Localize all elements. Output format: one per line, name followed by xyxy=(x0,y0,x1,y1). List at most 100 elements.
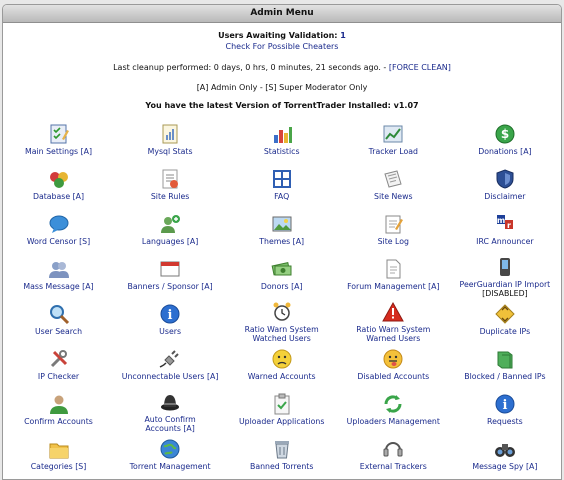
menu-item-sad-face[interactable]: Warned Accounts xyxy=(226,348,337,381)
menu-item-newspaper[interactable]: Site News xyxy=(338,168,449,201)
menu-item-label[interactable]: Donations [A] xyxy=(449,147,560,156)
chat-bubble-icon[interactable] xyxy=(3,213,114,235)
awaiting-count-link[interactable]: 1 xyxy=(340,31,346,40)
menu-item-banner-window[interactable]: Banners / Sponsor [A] xyxy=(115,258,226,291)
warning-icon[interactable] xyxy=(338,301,449,323)
menu-item-database[interactable]: Database [A] xyxy=(3,168,114,201)
menu-item-user-green[interactable]: Confirm Accounts xyxy=(3,393,114,426)
menu-item-picture[interactable]: Themes [A] xyxy=(226,213,337,246)
menu-item-label[interactable]: Site Log xyxy=(338,237,449,246)
banner-window-icon[interactable] xyxy=(115,258,226,280)
menu-item-stats-page[interactable]: Mysql Stats xyxy=(115,123,226,156)
menu-item-label[interactable]: Blocked / Banned IPs xyxy=(449,372,560,381)
menu-item-label[interactable]: External Trackers xyxy=(338,462,449,471)
tongue-face-icon[interactable] xyxy=(338,348,449,370)
menu-item-label[interactable]: Uploaders Management xyxy=(338,417,449,426)
menu-item-users-group[interactable]: Mass Message [A] xyxy=(3,258,114,291)
menu-item-label[interactable]: Uploader Applications xyxy=(226,417,337,426)
faq-grid-icon[interactable] xyxy=(226,168,337,190)
menu-item-bar-chart[interactable]: Statistics xyxy=(226,123,337,156)
checklist-icon[interactable] xyxy=(3,123,114,145)
bar-chart-icon[interactable] xyxy=(226,123,337,145)
users-group-icon[interactable] xyxy=(3,258,114,280)
binoculars-icon[interactable] xyxy=(449,438,560,460)
menu-item-label[interactable]: FAQ xyxy=(226,192,337,201)
menu-item-faq-grid[interactable]: FAQ xyxy=(226,168,337,201)
menu-item-refresh[interactable]: Uploaders Management xyxy=(338,393,449,426)
menu-item-tools[interactable]: IP Checker xyxy=(3,348,114,381)
line-chart-icon[interactable] xyxy=(338,123,449,145)
menu-item-label[interactable]: Forum Management [A] xyxy=(338,282,449,291)
menu-item-headset[interactable]: External Trackers xyxy=(338,438,449,471)
mobile-icon[interactable] xyxy=(449,256,560,278)
menu-item-label[interactable]: Donors [A] xyxy=(226,282,337,291)
menu-item-alarm-clock[interactable]: Ratio Warn System Watched Users xyxy=(226,301,337,343)
menu-item-label[interactable]: User Search xyxy=(3,327,114,336)
menu-item-hat[interactable]: Auto Confirm Accounts [A] xyxy=(115,391,226,433)
menu-item-trash[interactable]: Banned Torrents xyxy=(226,438,337,471)
newspaper-icon[interactable] xyxy=(338,168,449,190)
globe-icon[interactable] xyxy=(115,438,226,460)
menu-item-sublabel[interactable]: Warned Users xyxy=(338,334,449,343)
menu-item-sublabel[interactable]: Accounts [A] xyxy=(115,424,226,433)
headset-icon[interactable] xyxy=(338,438,449,460)
menu-item-notepad[interactable]: Site Log xyxy=(338,213,449,246)
notepad-icon[interactable] xyxy=(338,213,449,235)
document-icon[interactable] xyxy=(338,258,449,280)
menu-item-label[interactable]: Torrent Management xyxy=(115,462,226,471)
menu-item-label[interactable]: Site News xyxy=(338,192,449,201)
menu-item-magnifier[interactable]: User Search xyxy=(3,303,114,336)
menu-item-label[interactable]: Mysql Stats xyxy=(115,147,226,156)
stats-page-icon[interactable] xyxy=(115,123,226,145)
menu-item-label[interactable]: Word Censor [S] xyxy=(3,237,114,246)
menu-item-label[interactable]: IRC Announcer xyxy=(449,237,560,246)
menu-item-label[interactable]: Unconnectable Users [A] xyxy=(115,372,226,381)
folder-icon[interactable] xyxy=(3,438,114,460)
menu-item-book[interactable]: Blocked / Banned IPs xyxy=(449,348,560,381)
clipboard-icon[interactable] xyxy=(226,393,337,415)
menu-item-label[interactable]: Statistics xyxy=(226,147,337,156)
picture-icon[interactable] xyxy=(226,213,337,235)
menu-item-label[interactable]: Tracker Load xyxy=(338,147,449,156)
menu-item-sublabel[interactable]: Watched Users xyxy=(226,334,337,343)
menu-item-label[interactable]: Confirm Accounts xyxy=(3,417,114,426)
dollar-icon[interactable]: $ xyxy=(449,123,560,145)
menu-item-label[interactable]: Duplicate IPs xyxy=(449,327,560,336)
menu-item-clipboard[interactable]: Uploader Applications xyxy=(226,393,337,426)
menu-item-tongue-face[interactable]: Disabled Accounts xyxy=(338,348,449,381)
menu-item-info-circle[interactable]: i Users xyxy=(115,303,226,336)
database-icon[interactable] xyxy=(3,168,114,190)
menu-item-label[interactable]: Site Rules xyxy=(115,192,226,201)
menu-item-document[interactable]: Forum Management [A] xyxy=(338,258,449,291)
money-icon[interactable] xyxy=(226,258,337,280)
menu-item-label[interactable]: Requests xyxy=(449,417,560,426)
user-add-icon[interactable] xyxy=(115,213,226,235)
menu-item-dollar[interactable]: $ Donations [A] xyxy=(449,123,560,156)
menu-item-label[interactable]: Ratio Warn System xyxy=(338,325,449,334)
alarm-clock-icon[interactable] xyxy=(226,301,337,323)
menu-item-label[interactable]: Auto Confirm xyxy=(115,415,226,424)
menu-item-label[interactable]: Message Spy [A] xyxy=(449,462,560,471)
user-green-icon[interactable] xyxy=(3,393,114,415)
shield-icon[interactable] xyxy=(449,168,560,190)
menu-item-warning[interactable]: Ratio Warn System Warned Users xyxy=(338,301,449,343)
menu-item-label[interactable]: Disclaimer xyxy=(449,192,560,201)
check-cheaters-link[interactable]: Check For Possible Cheaters xyxy=(226,42,339,51)
menu-item-shield[interactable]: Disclaimer xyxy=(449,168,560,201)
refresh-icon[interactable] xyxy=(338,393,449,415)
menu-item-label[interactable]: Categories [S] xyxy=(3,462,114,471)
menu-item-money[interactable]: Donors [A] xyxy=(226,258,337,291)
menu-item-folder[interactable]: Categories [S] xyxy=(3,438,114,471)
menu-item-label[interactable]: Main Settings [A] xyxy=(3,147,114,156)
menu-item-label[interactable]: Banned Torrents xyxy=(226,462,337,471)
hat-icon[interactable] xyxy=(115,391,226,413)
menu-item-label[interactable]: Warned Accounts xyxy=(226,372,337,381)
menu-item-irc[interactable]: m r IRC Announcer xyxy=(449,213,560,246)
menu-item-rules-page[interactable]: Site Rules xyxy=(115,168,226,201)
menu-item-arrows[interactable]: Duplicate IPs xyxy=(449,303,560,336)
menu-item-plug[interactable]: Unconnectable Users [A] xyxy=(115,348,226,381)
menu-item-label[interactable]: Themes [A] xyxy=(226,237,337,246)
trash-icon[interactable] xyxy=(226,438,337,460)
menu-item-label[interactable]: Users xyxy=(115,327,226,336)
menu-item-label[interactable]: Disabled Accounts xyxy=(338,372,449,381)
